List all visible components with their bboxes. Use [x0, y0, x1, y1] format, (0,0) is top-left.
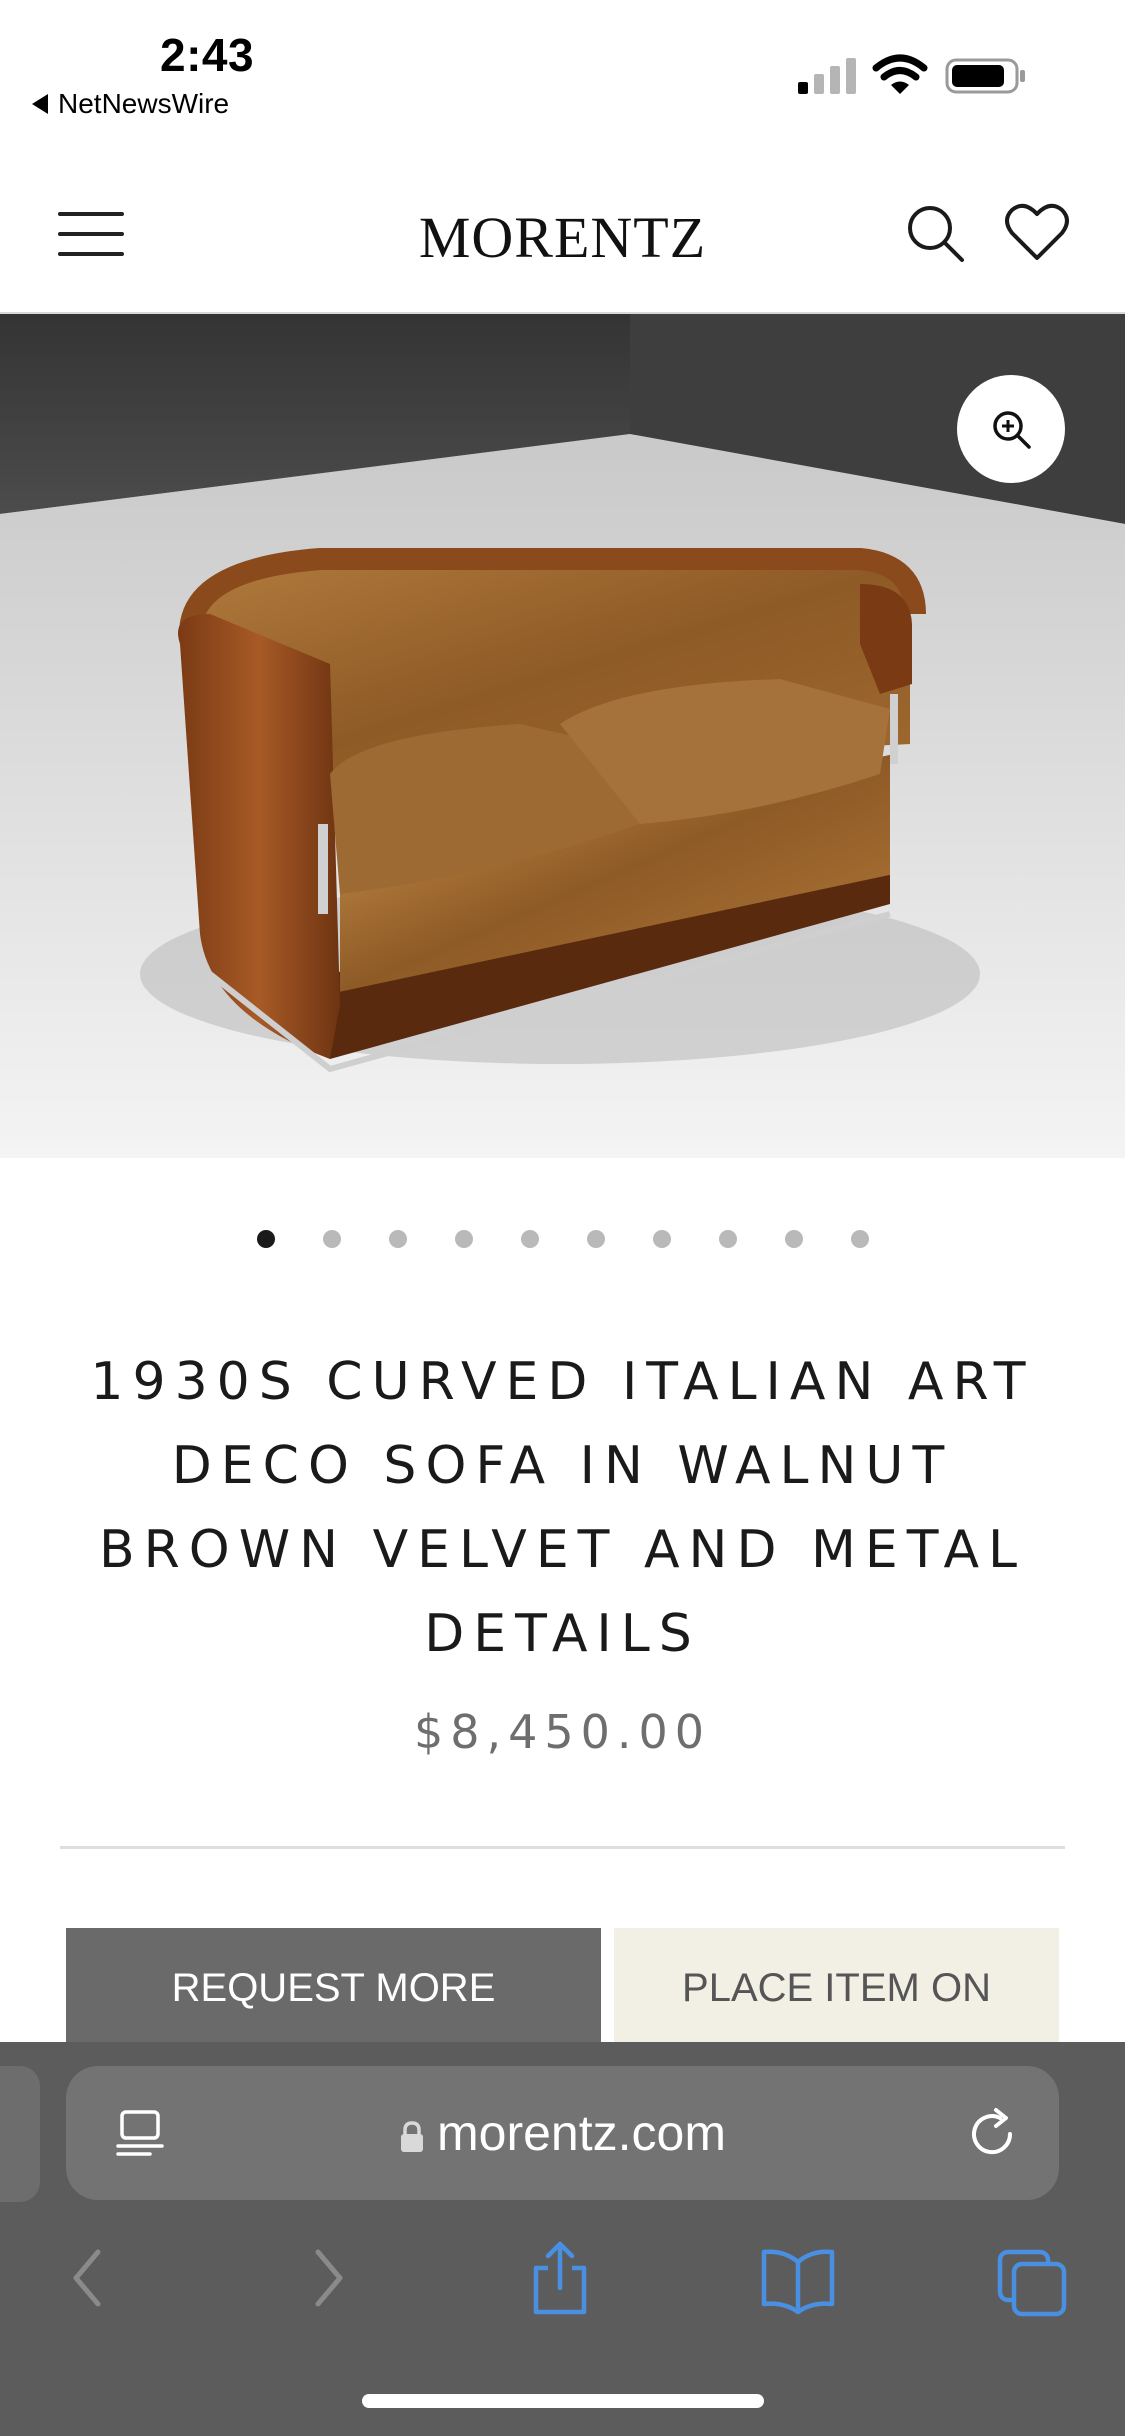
- search-icon[interactable]: [904, 202, 968, 266]
- carousel-dot[interactable]: [388, 1230, 407, 1248]
- forward-icon[interactable]: [306, 2238, 350, 2318]
- back-icon[interactable]: [66, 2238, 110, 2318]
- request-more-button[interactable]: REQUEST MORE: [66, 1928, 601, 2048]
- previous-tab-preview[interactable]: [0, 2066, 40, 2202]
- cellular-signal-icon: [798, 58, 856, 94]
- browser-toolbar: morentz.com: [0, 2042, 1125, 2436]
- carousel-dot[interactable]: [256, 1230, 275, 1248]
- reload-icon[interactable]: [966, 2106, 1020, 2160]
- carousel-dot[interactable]: [784, 1230, 803, 1248]
- carousel-dot[interactable]: [586, 1230, 605, 1248]
- site-header: MORENTZ: [0, 150, 1125, 314]
- carousel-dot[interactable]: [454, 1230, 473, 1248]
- product-price: $8,450.00: [413, 1705, 712, 1759]
- url-display[interactable]: morentz.com: [66, 2104, 1059, 2162]
- image-carousel-dots: [0, 1230, 1125, 1250]
- product-image[interactable]: [0, 314, 1125, 1158]
- product-title: 1930S CURVED ITALIAN ART DECO SOFA IN WA…: [90, 1352, 1035, 1664]
- carousel-dot[interactable]: [652, 1230, 671, 1248]
- status-bar: 2:43 NetNewsWire: [0, 0, 1125, 150]
- carousel-dot[interactable]: [718, 1230, 737, 1248]
- carousel-dot[interactable]: [850, 1230, 869, 1248]
- bookmarks-icon[interactable]: [760, 2238, 836, 2318]
- back-app-label: NetNewsWire: [58, 88, 230, 119]
- address-bar[interactable]: morentz.com: [66, 2066, 1059, 2200]
- lock-icon: [401, 2121, 424, 2152]
- home-indicator: [362, 2394, 764, 2408]
- back-triangle-icon: [32, 94, 48, 114]
- wifi-icon: [872, 54, 928, 94]
- divider: [60, 1846, 1065, 1849]
- zoom-button[interactable]: [957, 375, 1065, 483]
- url-text: morentz.com: [437, 2105, 726, 2161]
- carousel-dot[interactable]: [520, 1230, 539, 1248]
- zoom-in-icon: [993, 411, 1031, 449]
- share-icon[interactable]: [528, 2238, 592, 2318]
- back-to-app-link[interactable]: NetNewsWire: [32, 88, 229, 120]
- tabs-icon[interactable]: [996, 2238, 1068, 2318]
- sofa-illustration: [0, 314, 1125, 1158]
- clock: 2:43: [160, 29, 255, 81]
- heart-icon[interactable]: [1004, 200, 1070, 264]
- battery-icon: [945, 58, 1025, 94]
- carousel-dot[interactable]: [322, 1230, 341, 1248]
- place-item-on-hold-button[interactable]: PLACE ITEM ON: [614, 1928, 1059, 2048]
